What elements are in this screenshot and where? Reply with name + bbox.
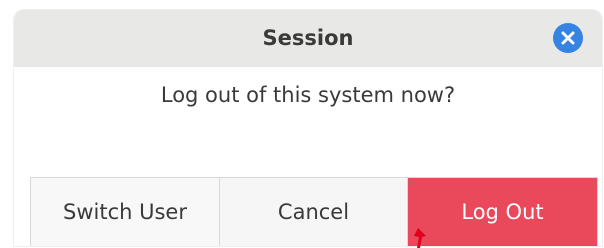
mouse-cursor-icon: [414, 228, 426, 248]
cancel-button[interactable]: Cancel: [220, 178, 408, 246]
dialog-title: Session: [262, 26, 354, 50]
close-button[interactable]: [553, 23, 583, 53]
switch-user-button[interactable]: Switch User: [31, 178, 220, 246]
dialog-titlebar: Session: [14, 10, 602, 67]
dialog-message: Log out of this system now?: [160, 83, 456, 107]
log-out-button[interactable]: Log Out: [408, 178, 597, 246]
close-icon: [561, 31, 575, 45]
session-dialog: Session Log out of this system now? Swit…: [14, 10, 602, 246]
dialog-button-row: Switch User Cancel Log Out: [30, 177, 598, 246]
dialog-content: Log out of this system now? Switch User …: [14, 67, 602, 246]
